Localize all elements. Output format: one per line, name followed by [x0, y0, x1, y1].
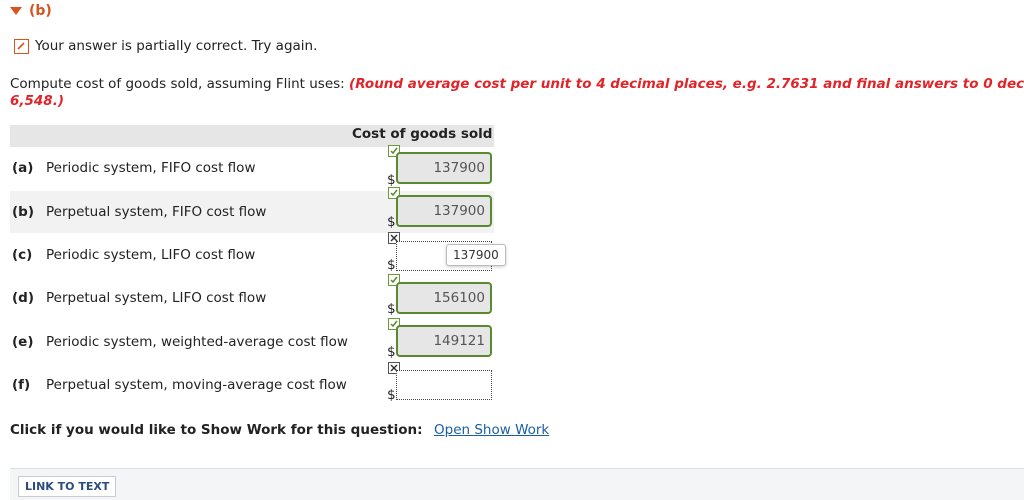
row-letter: (c): [12, 247, 33, 263]
instructions-rounding-note: (Round average cost per unit to 4 decima…: [349, 76, 1024, 92]
status-text: Your answer is partially correct. Try ag…: [35, 38, 318, 54]
instructions-rounding-example: 6,548.): [10, 93, 64, 109]
answer-tooltip: 137900: [446, 244, 506, 266]
table-row-c-label: (c) Periodic system, LIFO cost flow: [12, 247, 255, 263]
open-show-work-link[interactable]: Open Show Work: [434, 422, 549, 438]
answer-input-b[interactable]: 137900: [396, 195, 492, 227]
row-letter: (d): [12, 290, 35, 306]
show-work-prompt: Click if you would like to Show Work for…: [10, 422, 423, 438]
table-row-f-label: (f) Perpetual system, moving-average cost…: [12, 377, 347, 393]
answer-input-e[interactable]: 149121: [396, 325, 492, 357]
instructions-prefix: Compute cost of goods sold, assuming Fli…: [10, 76, 350, 92]
answer-input-a[interactable]: 137900: [396, 152, 492, 184]
row-text: Perpetual system, moving-average cost fl…: [46, 377, 347, 393]
currency-symbol: $: [387, 257, 396, 273]
link-to-text-button[interactable]: LINK TO TEXT: [18, 476, 117, 497]
currency-symbol: $: [387, 344, 396, 360]
answer-input-f[interactable]: [396, 370, 492, 400]
currency-symbol: $: [387, 172, 396, 188]
answer-input-d[interactable]: 156100: [396, 282, 492, 314]
pencil-icon: [14, 38, 29, 54]
row-letter: (b): [12, 204, 35, 220]
row-letter: (e): [12, 334, 34, 350]
column-header: Cost of goods sold: [352, 126, 493, 142]
footer-bar: [10, 468, 1024, 500]
part-b-toggle[interactable]: (b): [10, 3, 52, 19]
table-row-d-label: (d) Perpetual system, LIFO cost flow: [12, 290, 266, 306]
answer-status: Your answer is partially correct. Try ag…: [14, 38, 317, 54]
part-label: (b): [29, 3, 52, 19]
row-text: Perpetual system, FIFO cost flow: [46, 204, 267, 220]
currency-symbol: $: [387, 214, 396, 230]
table-row-a-label: (a) Periodic system, FIFO cost flow: [12, 160, 255, 176]
row-text: Perpetual system, LIFO cost flow: [46, 290, 267, 306]
row-letter: (a): [12, 160, 34, 176]
row-text: Periodic system, FIFO cost flow: [46, 160, 256, 176]
row-letter: (f): [12, 377, 31, 393]
currency-symbol: $: [387, 301, 396, 317]
table-row-b-label: (b) Perpetual system, FIFO cost flow: [12, 204, 266, 220]
row-text: Periodic system, weighted-average cost f…: [46, 334, 348, 350]
collapse-triangle-icon: [10, 7, 22, 15]
instructions: Compute cost of goods sold, assuming Fli…: [10, 76, 1024, 110]
table-row-e-label: (e) Periodic system, weighted-average cos…: [12, 334, 348, 350]
currency-symbol: $: [387, 387, 396, 403]
row-text: Periodic system, LIFO cost flow: [46, 247, 256, 263]
